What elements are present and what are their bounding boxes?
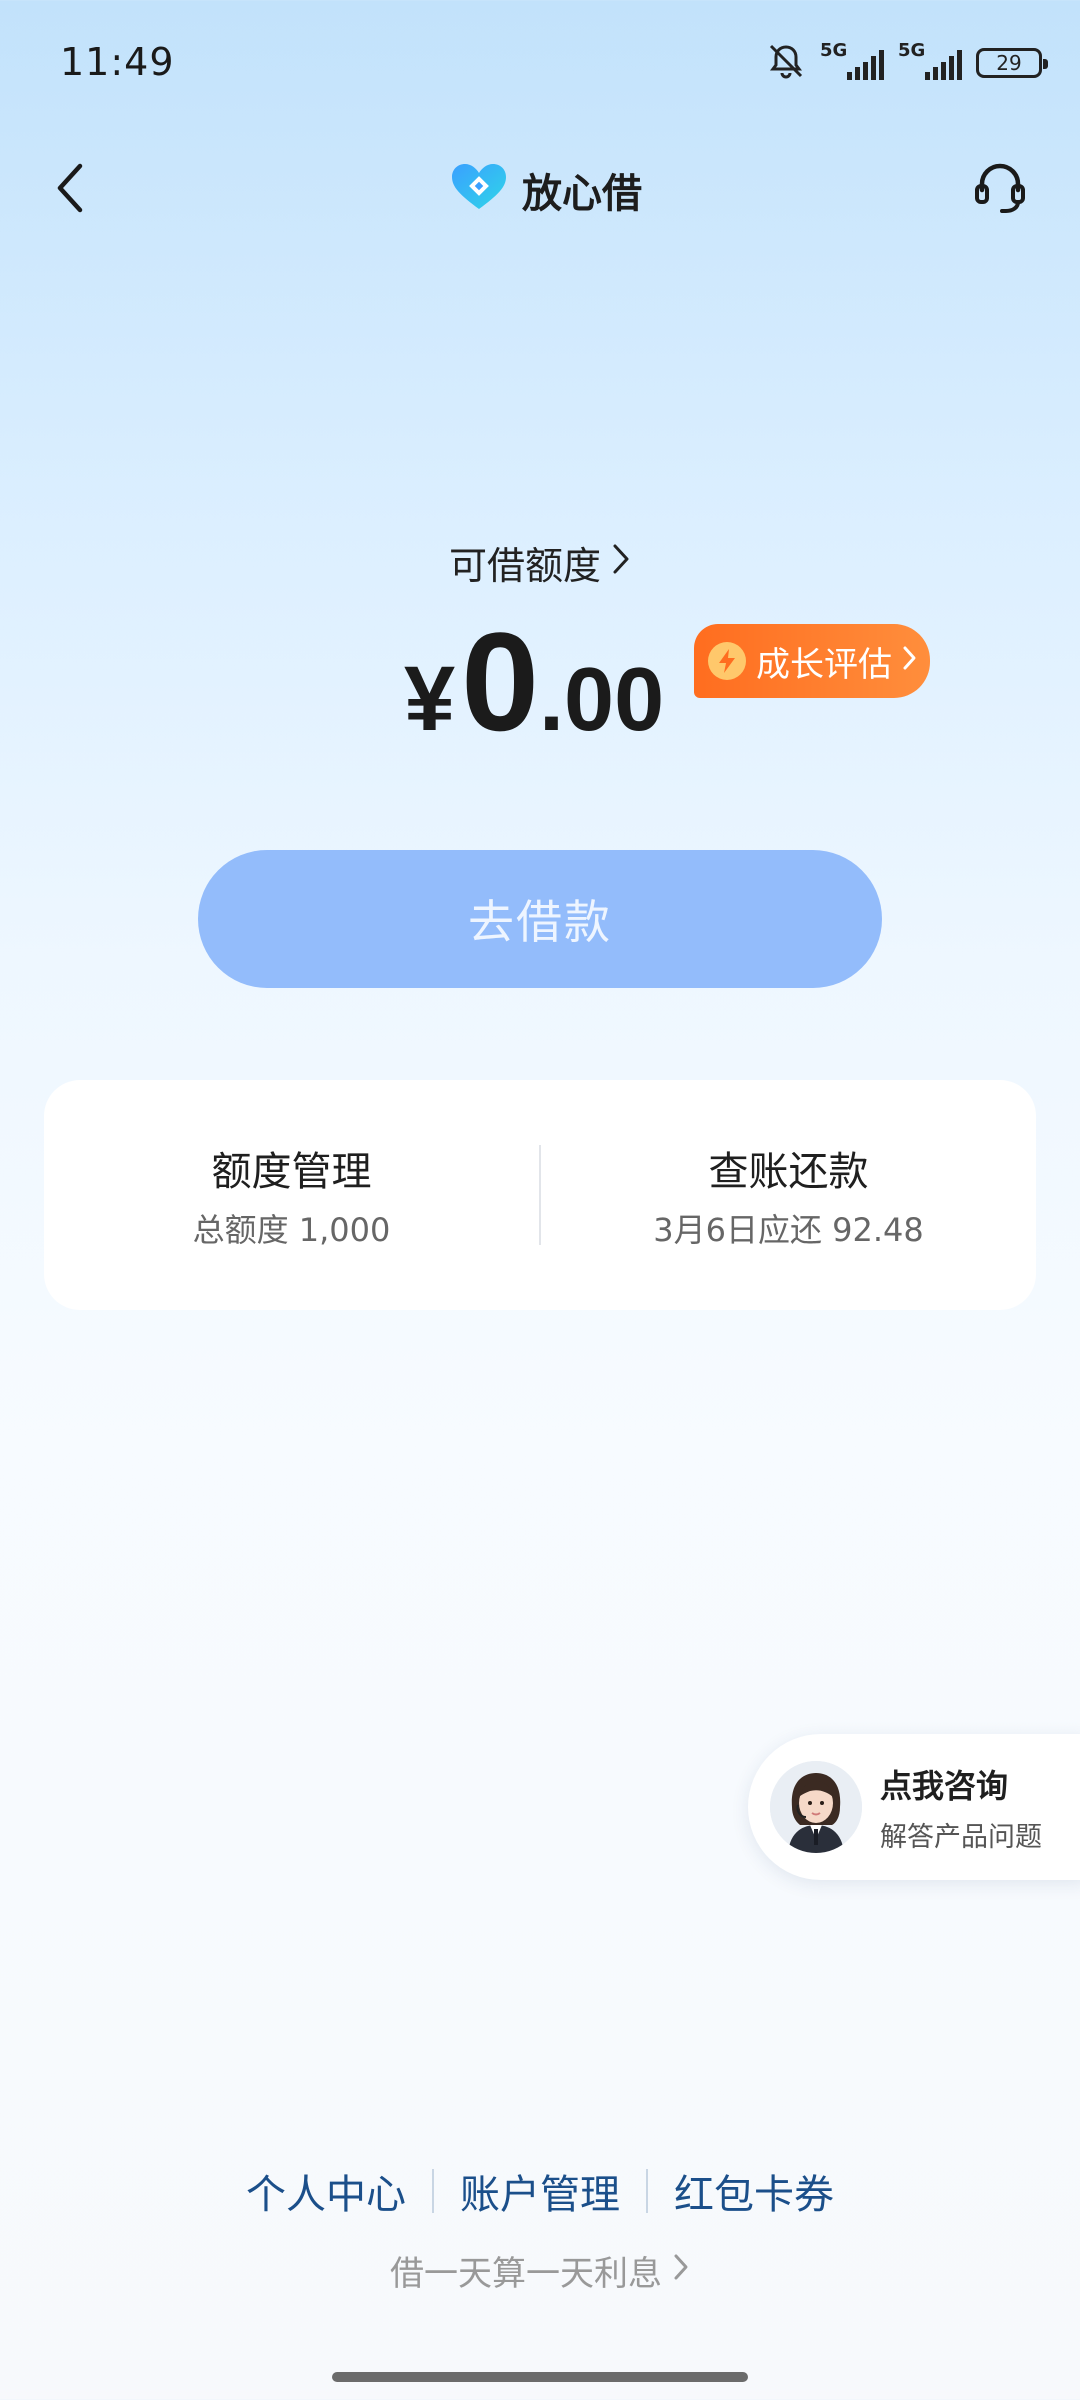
growth-badge-label: 成长评估 [756, 644, 892, 685]
amount-row: ¥ 0 .00 成长评估 [0, 612, 1080, 762]
interest-text: 借一天算一天利息 [390, 2254, 662, 2294]
personal-center-link[interactable]: 个人中心 [220, 2162, 432, 2220]
back-arrow-icon [52, 160, 88, 220]
battery-icon: 29 [976, 48, 1048, 78]
due-repayment-text: 3月6日应还 92.48 [653, 1211, 924, 1249]
total-limit-text: 总额度 1,000 [192, 1211, 391, 1249]
limit-management-item[interactable]: 额度管理 总额度 1,000 [44, 1080, 539, 1310]
amount-integer: 0 [461, 603, 540, 760]
avatar [770, 1761, 862, 1853]
status-icons: 5G 5G 29 [766, 38, 1048, 88]
consult-title: 点我咨询 [880, 1766, 1009, 1805]
customer-service-icon [970, 158, 1030, 222]
app-logo-icon [450, 163, 508, 217]
consult-texts: 点我咨询 解答产品问题 [880, 1761, 1042, 1854]
mute-bell-icon [766, 41, 806, 85]
available-amount: ¥ 0 .00 [404, 612, 664, 752]
lightning-icon [708, 642, 746, 680]
amount-decimal: .00 [539, 650, 665, 750]
status-bar: 11:49 5G 5G 29 [0, 0, 1080, 110]
consult-widget[interactable]: 点我咨询 解答产品问题 [748, 1734, 1080, 1880]
currency-symbol: ¥ [404, 648, 456, 750]
borrow-button[interactable]: 去借款 [198, 850, 882, 988]
limit-management-title: 额度管理 [211, 1149, 372, 1195]
chevron-right-icon [611, 541, 631, 585]
coupons-link[interactable]: 红包卡券 [648, 2162, 860, 2220]
status-time: 11:49 [60, 40, 175, 84]
consult-subtitle: 解答产品问题 [880, 1821, 1042, 1853]
account-management-link[interactable]: 账户管理 [434, 2162, 646, 2220]
back-button[interactable] [40, 160, 100, 220]
bill-repayment-title: 查账还款 [708, 1149, 869, 1195]
growth-assessment-badge[interactable]: 成长评估 [694, 624, 930, 698]
account-card: 额度管理 总额度 1,000 查账还款 3月6日应还 92.48 [44, 1080, 1036, 1310]
bill-repayment-item[interactable]: 查账还款 3月6日应还 92.48 [541, 1080, 1036, 1310]
home-indicator[interactable] [332, 2372, 748, 2382]
header: 放心借 [0, 150, 1080, 230]
signal-icon-2: 5G [898, 40, 962, 86]
credit-label-link[interactable]: 可借额度 [0, 535, 1080, 590]
page-title: 放心借 [522, 171, 642, 217]
signal-icon: 5G [820, 40, 884, 86]
credit-label: 可借额度 [448, 544, 601, 588]
footer-links: 个人中心 账户管理 红包卡券 [0, 2162, 1080, 2220]
chevron-right-icon [672, 2251, 690, 2291]
app-logo: 放心借 [450, 160, 642, 220]
customer-service-button[interactable] [968, 158, 1032, 222]
interest-info-link[interactable]: 借一天算一天利息 [0, 2246, 1080, 2295]
chevron-right-icon [902, 641, 918, 681]
